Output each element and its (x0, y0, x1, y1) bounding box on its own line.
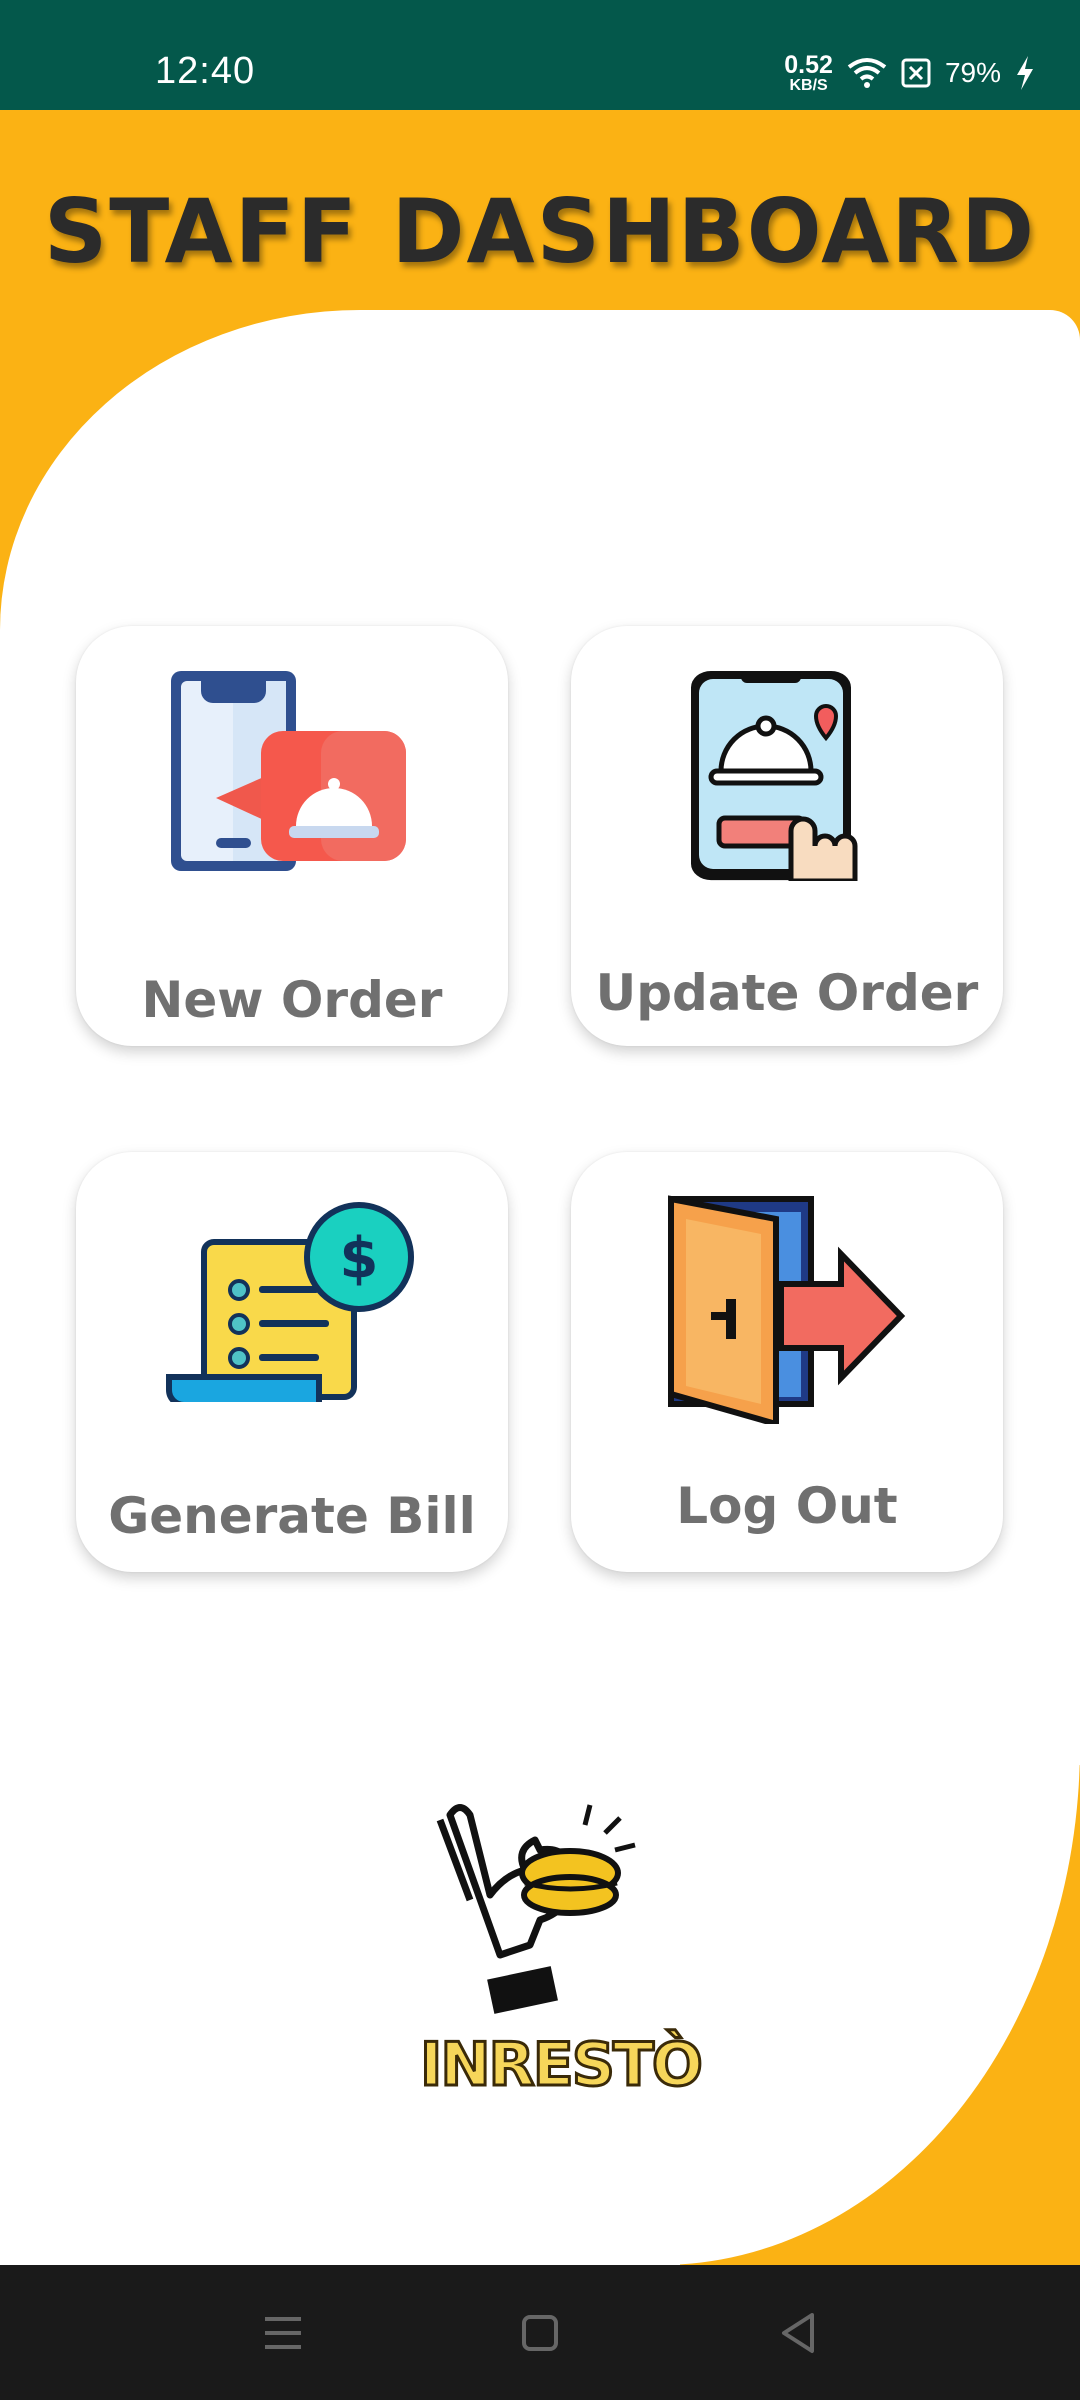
charging-bolt-icon (1017, 56, 1033, 90)
status-time: 12:40 (155, 50, 256, 92)
generate-bill-button[interactable]: $ Generate Bill (76, 1152, 508, 1572)
net-speed-unit: KB/S (789, 76, 828, 94)
net-speed: 0.52 KB/S (784, 50, 833, 94)
svg-text:$: $ (340, 1226, 379, 1291)
new-order-phone-icon (171, 671, 406, 871)
menu-icon[interactable] (255, 2305, 311, 2361)
back-icon[interactable] (770, 2305, 826, 2361)
system-nav-bar (0, 2265, 1080, 2400)
bill-receipt-icon: $ (166, 1202, 414, 1402)
status-icons: 0.52 KB/S 79% (784, 48, 1035, 98)
new-order-label: New Order (141, 971, 443, 1029)
wifi-icon (847, 58, 887, 88)
update-order-label: Update Order (595, 964, 979, 1022)
new-order-button[interactable]: New Order (76, 626, 508, 1046)
page-title: STAFF DASHBOARD (43, 180, 1037, 283)
hand-burger-logo-icon (436, 1804, 636, 2014)
logout-door-icon (668, 1195, 906, 1424)
no-sim-icon (901, 58, 931, 88)
inresto-logo: INRESTÒ (419, 1795, 705, 2115)
logout-button[interactable]: Log Out (571, 1152, 1003, 1572)
battery-percent: 79% (944, 57, 1001, 88)
home-icon[interactable] (512, 2305, 568, 2361)
update-order-phone-icon (691, 671, 858, 881)
generate-bill-label: Generate Bill (108, 1487, 476, 1545)
logout-label: Log Out (676, 1477, 898, 1535)
status-bar: 12:40 0.52 KB/S 79% (0, 0, 1080, 110)
update-order-button[interactable]: Update Order (571, 626, 1003, 1046)
net-speed-value: 0.52 (784, 50, 833, 79)
logo-text: INRESTÒ (419, 2029, 705, 2102)
